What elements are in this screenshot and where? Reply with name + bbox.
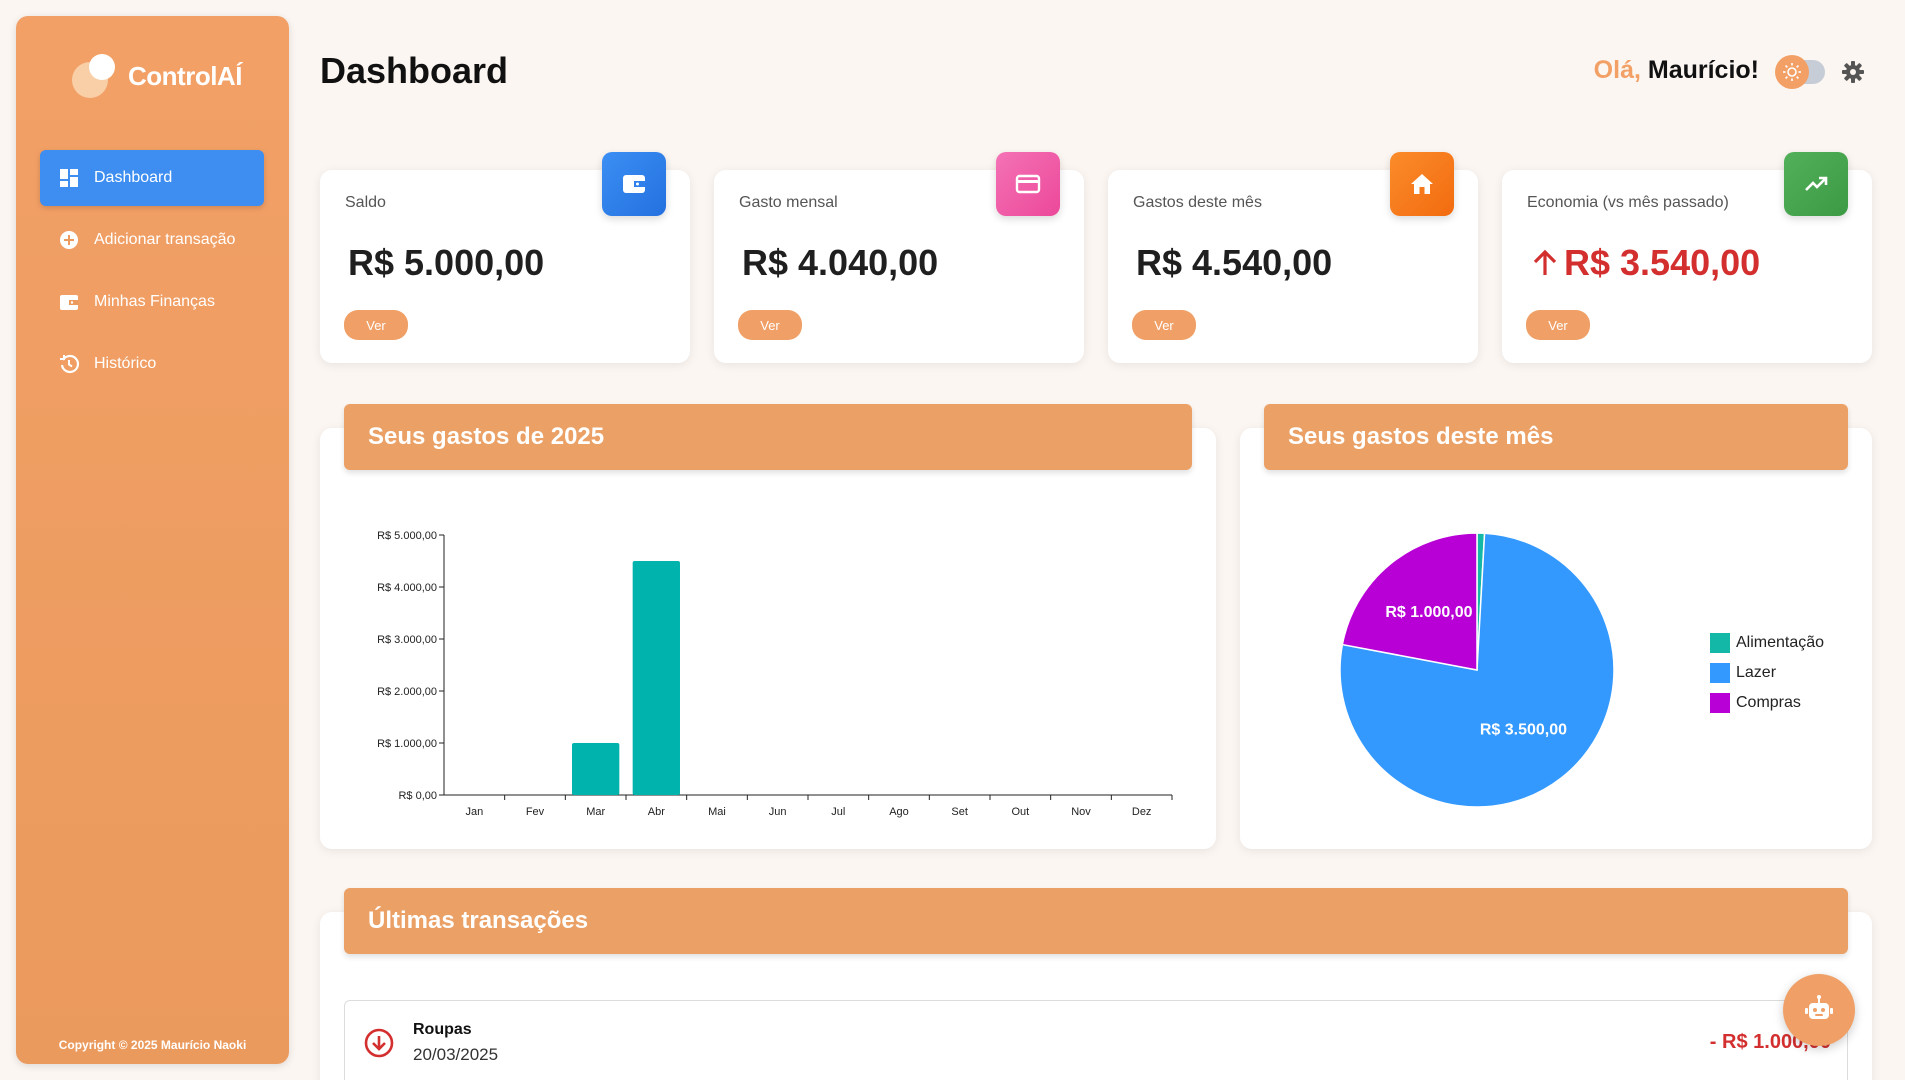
card-value: R$ 3.540,00 (1530, 242, 1760, 284)
card-gasto-mensal: Gasto mensal R$ 4.040,00 Ver (714, 152, 1084, 363)
x-tick-label: Fev (526, 806, 545, 818)
y-tick-label: R$ 1.000,00 (377, 738, 437, 750)
x-tick-label: Ago (889, 806, 909, 818)
legend-swatch (1710, 663, 1730, 683)
wallet-icon (602, 152, 666, 216)
user-greeting: Olá, Maurício! (1594, 56, 1759, 85)
x-tick-label: Mai (708, 806, 726, 818)
arrow-up-icon (1533, 249, 1557, 275)
y-tick-label: R$ 4.000,00 (377, 582, 437, 594)
home-icon (1390, 152, 1454, 216)
economia-value: R$ 3.540,00 (1564, 242, 1761, 283)
copyright-text: Copyright © 2025 Maurício Naoki (58, 1038, 247, 1052)
yearly-bar-chart: R$ 0,00 R$ 1.000,00 R$ 2.000,00 R$ 3.000,00… (377, 530, 1173, 818)
x-tick-label: Abr (648, 806, 665, 818)
card-value: R$ 5.000,00 (348, 242, 545, 283)
greeting-prefix: Olá, (1593, 56, 1641, 84)
x-tick-label: Set (951, 806, 968, 818)
x-tick-label: Jul (831, 806, 845, 818)
transaction-date: 20/03/2025 (413, 1045, 499, 1064)
y-tick-label: R$ 2.000,00 (377, 686, 437, 698)
legend-swatch (1710, 633, 1730, 653)
x-tick-label: Jun (769, 806, 787, 818)
sidebar: ControlAÍ Dashboard Adicionar transação … (16, 16, 289, 1064)
trending-up-icon (1784, 152, 1848, 216)
bar-mar (572, 743, 620, 795)
sidebar-nav: Dashboard Adicionar transação Minhas Fin… (40, 150, 264, 398)
ver-button[interactable]: Ver (1526, 310, 1590, 340)
brand-name: ControlAÍ (128, 60, 242, 91)
sidebar-item-label: Minhas Finanças (94, 293, 215, 310)
monthly-pie-chart: R$ 3.500,00 R$ 1.000,00 (1339, 532, 1615, 808)
legend-label: Compras (1736, 694, 1801, 711)
x-tick-label: Mar (586, 806, 605, 818)
wallet-icon (58, 291, 80, 313)
pie-data-label: R$ 3.500,00 (1480, 721, 1567, 738)
sidebar-item-label: Dashboard (94, 169, 173, 186)
legend-label: Lazer (1736, 664, 1777, 681)
ver-button[interactable]: Ver (344, 310, 408, 340)
x-tick-label: Jan (465, 806, 483, 818)
panel-title: Últimas transações (344, 888, 1848, 954)
page-title: Dashboard (320, 50, 509, 91)
plus-circle-icon (58, 229, 80, 251)
logo-icon (72, 54, 116, 98)
sidebar-item-finances[interactable]: Minhas Finanças (40, 274, 264, 330)
y-tick-label: R$ 0,00 (398, 790, 437, 802)
card-label: Economia (vs mês passado) (1527, 194, 1729, 211)
panel-title: Seus gastos de 2025 (344, 404, 1192, 470)
sidebar-item-add-transaction[interactable]: Adicionar transação (40, 212, 264, 268)
brand-logo[interactable]: ControlAÍ (72, 54, 242, 98)
dashboard-icon (58, 167, 80, 189)
gear-icon[interactable] (1841, 60, 1865, 84)
x-tick-label: Nov (1071, 806, 1091, 818)
card-value: R$ 4.040,00 (742, 242, 939, 283)
ver-button[interactable]: Ver (1132, 310, 1196, 340)
card-value: R$ 4.540,00 (1136, 242, 1333, 283)
history-icon (58, 353, 80, 375)
credit-card-icon (996, 152, 1060, 216)
card-economia: Economia (vs mês passado) R$ 3.540,00 Ve… (1502, 152, 1872, 363)
legend-swatch (1710, 693, 1730, 713)
card-label: Saldo (345, 194, 386, 211)
sidebar-item-label: Adicionar transação (94, 231, 236, 248)
sidebar-item-history[interactable]: Histórico (40, 336, 264, 392)
x-tick-label: Out (1011, 806, 1029, 818)
transaction-row[interactable]: Roupas 20/03/2025 - R$ 1.000,00 (344, 1000, 1848, 1080)
robot-icon (1805, 995, 1833, 1019)
transaction-title: Roupas (413, 1021, 472, 1038)
pie-data-label: R$ 1.000,00 (1385, 604, 1472, 621)
bar-abr (632, 561, 680, 795)
pie-legend: Alimentação Lazer Compras (1710, 628, 1824, 718)
card-saldo: Saldo R$ 5.000,00 Ver (320, 152, 690, 363)
theme-toggle[interactable] (1775, 55, 1825, 89)
y-tick-label: R$ 3.000,00 (377, 634, 437, 646)
greeting-name: Maurício! (1647, 56, 1759, 84)
card-label: Gastos deste mês (1133, 194, 1262, 211)
chatbot-button[interactable] (1783, 974, 1855, 1046)
ver-button[interactable]: Ver (738, 310, 802, 340)
y-tick-label: R$ 5.000,00 (377, 530, 437, 542)
legend-item[interactable]: Alimentação (1710, 628, 1824, 658)
legend-label: Alimentação (1736, 634, 1825, 651)
panel-title: Seus gastos deste mês (1264, 404, 1848, 470)
sidebar-item-dashboard[interactable]: Dashboard (40, 150, 264, 206)
card-label: Gasto mensal (739, 194, 838, 211)
card-gastos-mes: Gastos deste mês R$ 4.540,00 Ver (1108, 152, 1478, 363)
x-tick-label: Dez (1132, 806, 1152, 818)
legend-item[interactable]: Lazer (1710, 658, 1824, 688)
legend-item[interactable]: Compras (1710, 688, 1824, 718)
sidebar-item-label: Histórico (94, 355, 157, 372)
arrow-down-circle-icon (363, 1027, 395, 1059)
sun-icon (1775, 55, 1809, 89)
